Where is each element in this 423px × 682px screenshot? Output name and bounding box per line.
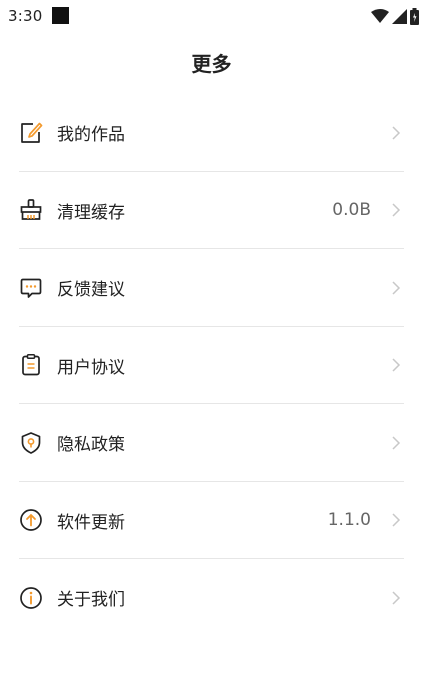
chevron-right-icon [392, 281, 401, 295]
page-title: 更多 [191, 52, 232, 76]
menu-item-label: 反馈建议 [57, 280, 125, 301]
clipboard-icon [19, 353, 43, 377]
info-icon [19, 586, 43, 610]
menu-item-label: 用户协议 [57, 357, 125, 378]
chevron-right-icon [392, 436, 401, 450]
menu-item-my-works[interactable]: 我的作品 [0, 94, 423, 172]
menu-item-label: 我的作品 [57, 125, 125, 146]
wifi-icon [371, 8, 389, 23]
status-bar: 3:30 [0, 0, 423, 34]
menu-item-feedback[interactable]: 反馈建议 [0, 249, 423, 327]
chevron-right-icon [392, 513, 401, 527]
broom-icon [19, 198, 43, 222]
cache-size-value: 0.0B [332, 200, 371, 221]
menu-list: 我的作品 清理缓存 0.0B 反馈建议 用户协议 隐私政策 软件更新 1.1.0… [0, 94, 423, 637]
battery-icon [410, 7, 419, 25]
edit-note-icon [19, 121, 43, 145]
chevron-right-icon [392, 591, 401, 605]
signal-icon [392, 8, 407, 24]
chevron-right-icon [392, 126, 401, 140]
square-notification-icon [52, 7, 69, 24]
status-icons [371, 7, 419, 25]
menu-item-user-agreement[interactable]: 用户协议 [0, 327, 423, 404]
shield-icon [19, 431, 43, 455]
menu-item-label: 软件更新 [57, 512, 125, 533]
menu-item-about-us[interactable]: 关于我们 [0, 559, 423, 637]
menu-item-label: 隐私政策 [57, 435, 125, 456]
version-value: 1.1.0 [327, 510, 371, 531]
menu-item-clear-cache[interactable]: 清理缓存 0.0B [0, 172, 423, 249]
status-time: 3:30 [8, 7, 43, 25]
chat-bubble-icon [19, 276, 43, 300]
upload-arrow-icon [19, 508, 43, 532]
menu-item-label: 关于我们 [57, 590, 125, 611]
menu-item-software-update[interactable]: 软件更新 1.1.0 [0, 482, 423, 559]
menu-item-privacy-policy[interactable]: 隐私政策 [0, 404, 423, 482]
chevron-right-icon [392, 203, 401, 217]
chevron-right-icon [392, 358, 401, 372]
menu-item-label: 清理缓存 [57, 202, 125, 223]
